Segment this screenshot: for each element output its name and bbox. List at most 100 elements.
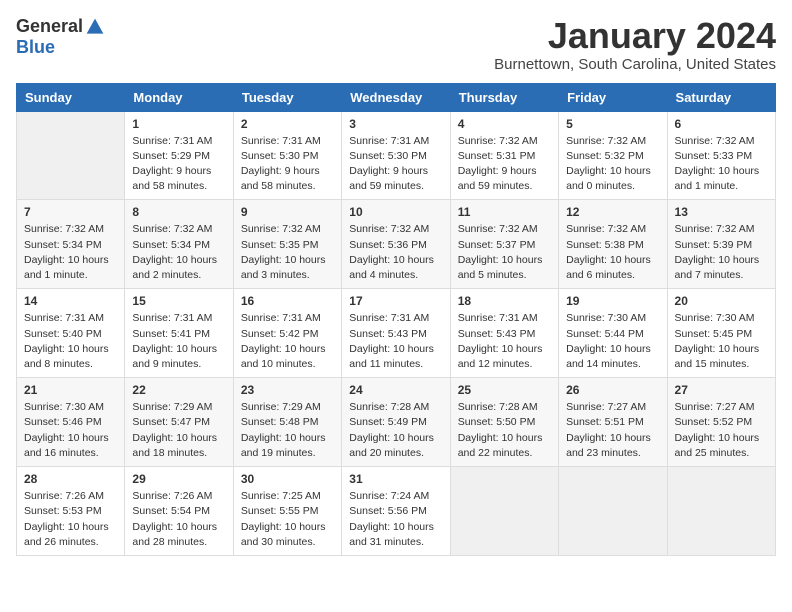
table-cell: 28 Sunrise: 7:26 AMSunset: 5:53 PMDayligh…	[17, 467, 125, 556]
table-cell: 14 Sunrise: 7:31 AMSunset: 5:40 PMDayligh…	[17, 289, 125, 378]
week-row-4: 21Sunrise: 7:30 AMSunset: 5:46 PMDayligh…	[17, 378, 776, 467]
day-number: 22	[132, 383, 225, 397]
table-cell: 1 Sunrise: 7:31 AMSunset: 5:29 PMDaylight…	[125, 111, 233, 200]
day-info: Sunrise: 7:32 AMSunset: 5:36 PMDaylight:…	[349, 222, 442, 283]
day-info: Sunrise: 7:31 AMSunset: 5:40 PMDaylight:…	[24, 311, 117, 372]
day-number: 19	[566, 294, 659, 308]
day-info: Sunrise: 7:32 AMSunset: 5:38 PMDaylight:…	[566, 222, 659, 283]
day-number: 13	[675, 205, 768, 219]
table-cell	[450, 467, 558, 556]
table-cell: 11 Sunrise: 7:32 AMSunset: 5:37 PMDayligh…	[450, 200, 558, 289]
table-cell: 2 Sunrise: 7:31 AMSunset: 5:30 PMDaylight…	[233, 111, 341, 200]
table-cell: 13 Sunrise: 7:32 AMSunset: 5:39 PMDayligh…	[667, 200, 775, 289]
day-number: 2	[241, 117, 334, 131]
day-number: 23	[241, 383, 334, 397]
header-day-wednesday: Wednesday	[342, 83, 450, 111]
day-number: 25	[458, 383, 551, 397]
day-number: 5	[566, 117, 659, 131]
logo-general: General	[16, 16, 83, 37]
logo-blue: Blue	[16, 37, 55, 58]
table-cell: 29 Sunrise: 7:26 AMSunset: 5:54 PMDayligh…	[125, 467, 233, 556]
day-number: 6	[675, 117, 768, 131]
header-day-friday: Friday	[559, 83, 667, 111]
logo-icon	[85, 17, 105, 37]
day-number: 17	[349, 294, 442, 308]
day-number: 8	[132, 205, 225, 219]
table-cell: 18 Sunrise: 7:31 AMSunset: 5:43 PMDayligh…	[450, 289, 558, 378]
day-number: 15	[132, 294, 225, 308]
day-number: 28	[24, 472, 117, 486]
table-cell: 27 Sunrise: 7:27 AMSunset: 5:52 PMDayligh…	[667, 378, 775, 467]
day-info: Sunrise: 7:28 AMSunset: 5:50 PMDaylight:…	[458, 400, 551, 461]
table-cell: 15 Sunrise: 7:31 AMSunset: 5:41 PMDayligh…	[125, 289, 233, 378]
table-cell	[559, 467, 667, 556]
table-cell: 8 Sunrise: 7:32 AMSunset: 5:34 PMDaylight…	[125, 200, 233, 289]
day-info: Sunrise: 7:32 AMSunset: 5:35 PMDaylight:…	[241, 222, 334, 283]
day-number: 11	[458, 205, 551, 219]
week-row-1: 1 Sunrise: 7:31 AMSunset: 5:29 PMDaylight…	[17, 111, 776, 200]
day-info: Sunrise: 7:32 AMSunset: 5:37 PMDaylight:…	[458, 222, 551, 283]
table-cell: 5Sunrise: 7:32 AMSunset: 5:32 PMDaylight…	[559, 111, 667, 200]
week-row-5: 28 Sunrise: 7:26 AMSunset: 5:53 PMDayligh…	[17, 467, 776, 556]
day-info: Sunrise: 7:30 AMSunset: 5:44 PMDaylight:…	[566, 311, 659, 372]
day-info: Sunrise: 7:32 AMSunset: 5:31 PMDaylight:…	[458, 134, 551, 195]
day-info: Sunrise: 7:31 AMSunset: 5:30 PMDaylight:…	[241, 134, 334, 195]
day-info: Sunrise: 7:32 AMSunset: 5:33 PMDaylight:…	[675, 134, 768, 195]
table-cell: 20Sunrise: 7:30 AMSunset: 5:45 PMDayligh…	[667, 289, 775, 378]
day-number: 10	[349, 205, 442, 219]
day-number: 3	[349, 117, 442, 131]
table-cell: 10 Sunrise: 7:32 AMSunset: 5:36 PMDayligh…	[342, 200, 450, 289]
table-cell: 24 Sunrise: 7:28 AMSunset: 5:49 PMDayligh…	[342, 378, 450, 467]
day-info: Sunrise: 7:31 AMSunset: 5:43 PMDaylight:…	[349, 311, 442, 372]
days-of-week-row: SundayMondayTuesdayWednesdayThursdayFrid…	[17, 83, 776, 111]
table-cell: 4 Sunrise: 7:32 AMSunset: 5:31 PMDaylight…	[450, 111, 558, 200]
day-number: 31	[349, 472, 442, 486]
month-title: January 2024	[494, 16, 776, 56]
day-info: Sunrise: 7:31 AMSunset: 5:30 PMDaylight:…	[349, 134, 442, 195]
table-cell: 3 Sunrise: 7:31 AMSunset: 5:30 PMDaylight…	[342, 111, 450, 200]
day-info: Sunrise: 7:27 AMSunset: 5:52 PMDaylight:…	[675, 400, 768, 461]
day-number: 4	[458, 117, 551, 131]
day-info: Sunrise: 7:25 AMSunset: 5:55 PMDaylight:…	[241, 489, 334, 550]
day-info: Sunrise: 7:28 AMSunset: 5:49 PMDaylight:…	[349, 400, 442, 461]
week-row-3: 14 Sunrise: 7:31 AMSunset: 5:40 PMDayligh…	[17, 289, 776, 378]
title-block: January 2024 Burnettown, South Carolina,…	[494, 16, 776, 73]
day-number: 1	[132, 117, 225, 131]
table-cell: 12Sunrise: 7:32 AMSunset: 5:38 PMDayligh…	[559, 200, 667, 289]
day-info: Sunrise: 7:30 AMSunset: 5:45 PMDaylight:…	[675, 311, 768, 372]
day-info: Sunrise: 7:32 AMSunset: 5:34 PMDaylight:…	[132, 222, 225, 283]
calendar-table: SundayMondayTuesdayWednesdayThursdayFrid…	[16, 83, 776, 556]
day-info: Sunrise: 7:27 AMSunset: 5:51 PMDaylight:…	[566, 400, 659, 461]
table-cell: 31Sunrise: 7:24 AMSunset: 5:56 PMDayligh…	[342, 467, 450, 556]
day-number: 18	[458, 294, 551, 308]
day-info: Sunrise: 7:26 AMSunset: 5:54 PMDaylight:…	[132, 489, 225, 550]
day-number: 9	[241, 205, 334, 219]
header-day-sunday: Sunday	[17, 83, 125, 111]
day-number: 27	[675, 383, 768, 397]
calendar-body: 1 Sunrise: 7:31 AMSunset: 5:29 PMDaylight…	[17, 111, 776, 555]
day-info: Sunrise: 7:31 AMSunset: 5:42 PMDaylight:…	[241, 311, 334, 372]
table-cell: 26Sunrise: 7:27 AMSunset: 5:51 PMDayligh…	[559, 378, 667, 467]
table-cell	[667, 467, 775, 556]
day-info: Sunrise: 7:31 AMSunset: 5:41 PMDaylight:…	[132, 311, 225, 372]
day-info: Sunrise: 7:32 AMSunset: 5:34 PMDaylight:…	[24, 222, 117, 283]
day-number: 24	[349, 383, 442, 397]
day-info: Sunrise: 7:26 AMSunset: 5:53 PMDaylight:…	[24, 489, 117, 550]
day-info: Sunrise: 7:29 AMSunset: 5:47 PMDaylight:…	[132, 400, 225, 461]
day-number: 16	[241, 294, 334, 308]
table-cell	[17, 111, 125, 200]
table-cell: 9 Sunrise: 7:32 AMSunset: 5:35 PMDaylight…	[233, 200, 341, 289]
day-number: 14	[24, 294, 117, 308]
day-number: 29	[132, 472, 225, 486]
table-cell: 17 Sunrise: 7:31 AMSunset: 5:43 PMDayligh…	[342, 289, 450, 378]
header-day-tuesday: Tuesday	[233, 83, 341, 111]
table-cell: 19 Sunrise: 7:30 AMSunset: 5:44 PMDayligh…	[559, 289, 667, 378]
table-cell: 30Sunrise: 7:25 AMSunset: 5:55 PMDayligh…	[233, 467, 341, 556]
day-info: Sunrise: 7:32 AMSunset: 5:39 PMDaylight:…	[675, 222, 768, 283]
header-day-saturday: Saturday	[667, 83, 775, 111]
day-info: Sunrise: 7:31 AMSunset: 5:29 PMDaylight:…	[132, 134, 225, 195]
table-cell: 22 Sunrise: 7:29 AMSunset: 5:47 PMDayligh…	[125, 378, 233, 467]
calendar-header: SundayMondayTuesdayWednesdayThursdayFrid…	[17, 83, 776, 111]
day-info: Sunrise: 7:30 AMSunset: 5:46 PMDaylight:…	[24, 400, 117, 461]
day-info: Sunrise: 7:31 AMSunset: 5:43 PMDaylight:…	[458, 311, 551, 372]
